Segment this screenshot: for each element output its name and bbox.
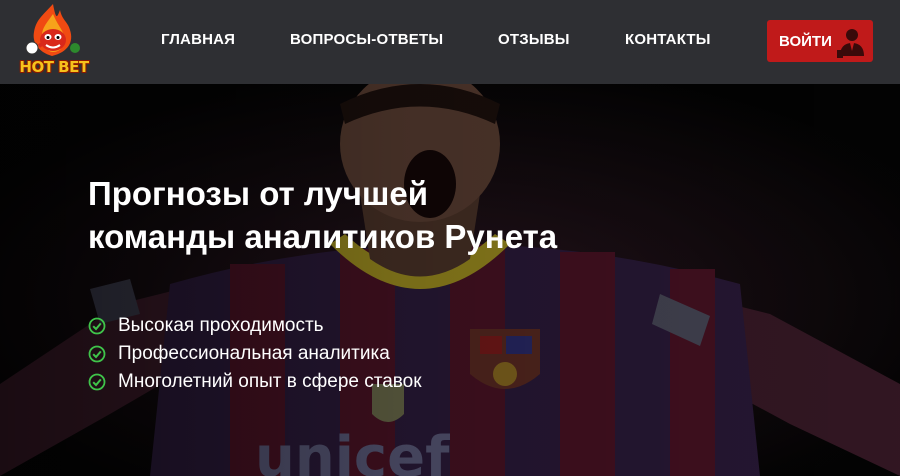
site-header: HOT BET ГЛАВНАЯ ВОПРОСЫ-ОТВЕТЫ ОТЗЫВЫ КО… [0, 0, 900, 84]
feature-item: Высокая проходимость [88, 312, 422, 340]
login-button-label: ВОЙТИ [779, 32, 832, 50]
nav-item-contacts[interactable]: КОНТАКТЫ [625, 31, 711, 48]
feature-item: Профессиональная аналитика [88, 340, 422, 368]
check-circle-icon [88, 317, 106, 335]
main-nav: ГЛАВНАЯ ВОПРОСЫ-ОТВЕТЫ ОТЗЫВЫ КОНТАКТЫ [0, 0, 900, 84]
nav-item-reviews[interactable]: ОТЗЫВЫ [498, 31, 570, 48]
feature-text: Профессиональная аналитика [118, 343, 390, 364]
check-circle-icon [88, 345, 106, 363]
feature-item: Многолетний опыт в сфере ставок [88, 368, 422, 396]
user-icon [837, 29, 864, 58]
check-circle-icon [88, 373, 106, 391]
login-button[interactable]: ВОЙТИ [767, 20, 873, 62]
features-list: Высокая проходимость Профессиональная ан… [88, 312, 422, 396]
feature-text: Высокая проходимость [118, 315, 324, 336]
hero-title-line-2: команды аналитиков Рунета [88, 218, 558, 255]
hero-section: unicef Прогнозы от лучшей команды аналит… [0, 84, 900, 476]
nav-item-faq[interactable]: ВОПРОСЫ-ОТВЕТЫ [290, 31, 443, 48]
feature-text: Многолетний опыт в сфере ставок [118, 371, 422, 392]
hero-title: Прогнозы от лучшей команды аналитиков Ру… [88, 172, 648, 258]
nav-item-home[interactable]: ГЛАВНАЯ [161, 31, 235, 48]
hero-title-line-1: Прогнозы от лучшей [88, 175, 429, 212]
hero-overlay [0, 84, 900, 476]
